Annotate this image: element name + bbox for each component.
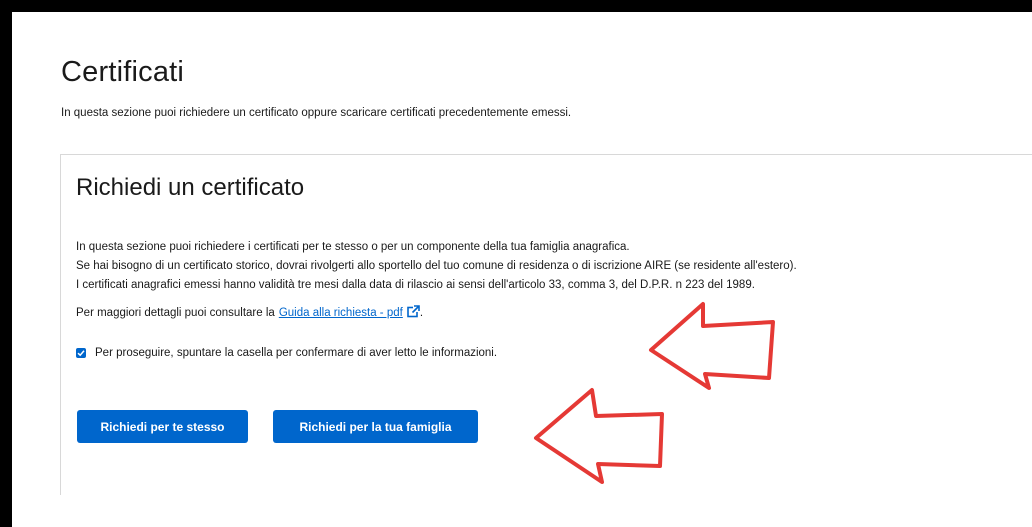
request-family-button[interactable]: Richiedi per la tua famiglia xyxy=(273,410,478,443)
arrow-left-annotation xyxy=(649,302,775,390)
card-title: Richiedi un certificato xyxy=(76,174,305,201)
guide-link[interactable]: Guida alla richiesta - pdf xyxy=(279,307,403,319)
arrow-left-annotation xyxy=(534,388,664,484)
confirm-checkbox[interactable] xyxy=(76,348,86,358)
info-line: I certificati anagrafici emessi hanno va… xyxy=(76,279,755,291)
info-line: In questa sezione puoi richiedere i cert… xyxy=(76,241,630,253)
info-line: Se hai bisogno di un certificato storico… xyxy=(76,260,797,272)
check-icon xyxy=(77,350,85,357)
screenshot-area: Certificati In questa sezione puoi richi… xyxy=(12,12,1032,527)
confirm-checkbox-row[interactable]: Per proseguire, spuntare la casella per … xyxy=(76,347,497,359)
guide-suffix: . xyxy=(419,307,424,319)
page-title: Certificati xyxy=(61,56,185,88)
guide-text: Per maggiori dettagli puoi consultare la… xyxy=(76,305,423,319)
page-description: In questa sezione puoi richiedere un cer… xyxy=(61,107,572,119)
info-text: In questa sezione puoi richiedere i cert… xyxy=(76,238,797,295)
external-link-icon[interactable] xyxy=(407,305,420,318)
request-self-button[interactable]: Richiedi per te stesso xyxy=(77,410,248,443)
confirm-label: Per proseguire, spuntare la casella per … xyxy=(95,347,498,359)
guide-prefix: Per maggiori dettagli puoi consultare la xyxy=(76,307,275,319)
